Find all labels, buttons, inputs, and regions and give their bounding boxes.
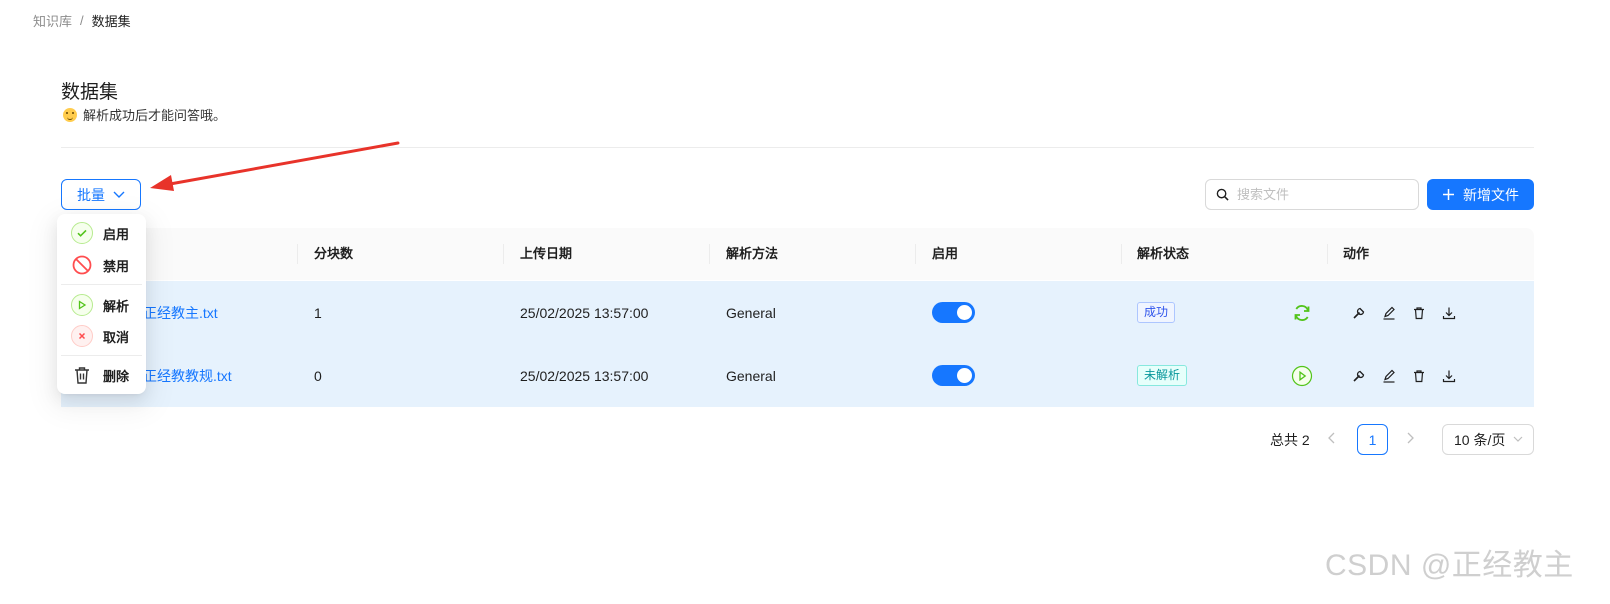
status-badge: 成功 <box>1137 302 1176 323</box>
column-separator <box>503 244 504 264</box>
delete-icon[interactable] <box>1412 306 1426 320</box>
search-input[interactable] <box>1235 186 1405 203</box>
chevron-down-icon <box>113 191 125 198</box>
watermark: CSDN @正经教主 <box>1325 549 1574 582</box>
file-name-link[interactable]: 正经教主.txt <box>143 281 218 344</box>
parse-method: General <box>726 304 776 321</box>
column-header-enabled: 启用 <box>932 246 959 261</box>
upload-date: 25/02/2025 13:57:00 <box>520 367 649 384</box>
download-icon[interactable] <box>1442 306 1456 320</box>
annotation-arrow-icon <box>150 141 400 191</box>
table-header: 分块数 上传日期 解析方法 启用 解析状态 动作 <box>61 228 1534 280</box>
refresh-icon[interactable] <box>1292 303 1312 323</box>
column-header-actions: 动作 <box>1343 246 1370 261</box>
breadcrumb-separator: / <box>80 13 84 28</box>
menu-item-enable[interactable]: 启用 <box>57 219 146 247</box>
wrench-icon[interactable] <box>1352 369 1366 383</box>
table-row: 正经教主.txt 1 25/02/2025 13:57:00 General 成… <box>61 281 1534 344</box>
column-separator <box>709 244 710 264</box>
column-separator <box>297 244 298 264</box>
page-size-value: 10 条/页 <box>1454 431 1506 448</box>
batch-dropdown-menu: 启用 禁用 解析 取消 删除 <box>57 214 146 394</box>
row-actions <box>1352 344 1456 407</box>
enable-switch-cell <box>932 344 975 407</box>
play-circle-icon <box>71 294 93 316</box>
edit-icon[interactable] <box>1382 369 1396 383</box>
download-icon[interactable] <box>1442 369 1456 383</box>
chevron-right-icon[interactable] <box>1405 432 1415 444</box>
column-header-date[interactable]: 上传日期 <box>520 228 572 280</box>
batch-button[interactable]: 批量 <box>61 179 141 210</box>
column-header-method: 解析方法 <box>726 246 779 261</box>
close-circle-icon <box>71 325 93 347</box>
chunk-count: 1 <box>314 304 322 321</box>
column-header-status: 解析状态 <box>1137 246 1190 261</box>
enable-switch-cell <box>932 281 975 344</box>
trash-icon <box>75 367 89 384</box>
page-title: 数据集 <box>61 82 119 103</box>
breadcrumb-parent[interactable]: 知识库 <box>33 11 72 30</box>
pagination-current-page[interactable]: 1 <box>1357 424 1388 455</box>
column-header-chunks[interactable]: 分块数 <box>314 228 353 280</box>
menu-item-delete[interactable]: 删除 <box>57 361 146 389</box>
menu-item-label: 启用 <box>103 226 130 242</box>
column-separator <box>915 244 916 264</box>
edit-icon[interactable] <box>1382 306 1396 320</box>
wrench-icon[interactable] <box>1352 306 1366 320</box>
check-circle-icon <box>71 222 93 244</box>
enable-switch[interactable] <box>932 365 975 386</box>
menu-item-label: 解析 <box>103 298 130 314</box>
status-badge: 未解析 <box>1137 365 1188 386</box>
search-icon <box>1216 188 1229 201</box>
menu-item-disable[interactable]: 禁用 <box>57 251 146 279</box>
stop-icon <box>72 255 92 275</box>
breadcrumb: 知识库 / 数据集 <box>33 11 131 30</box>
menu-item-label: 删除 <box>103 368 130 384</box>
smile-emoji-icon <box>63 107 77 122</box>
page-size-select[interactable]: 10 条/页 <box>1442 424 1534 455</box>
chevron-down-icon <box>1513 436 1523 442</box>
table-row: 正经教教规.txt 0 25/02/2025 13:57:00 General … <box>61 344 1534 407</box>
parse-cell <box>1291 344 1313 407</box>
menu-item-cancel[interactable]: 取消 <box>57 322 146 350</box>
subtitle-text: 解析成功后才能问答哦。 <box>83 108 227 123</box>
plus-icon <box>1443 189 1454 200</box>
column-separator <box>1121 244 1122 264</box>
menu-item-label: 取消 <box>103 329 130 345</box>
batch-label: 批量 <box>77 186 105 203</box>
chunk-count: 0 <box>314 367 322 384</box>
row-actions <box>1352 281 1456 344</box>
upload-date: 25/02/2025 13:57:00 <box>520 304 649 321</box>
pagination-total: 总共 2 <box>1270 432 1310 448</box>
status-cell: 未解析 <box>1137 344 1188 407</box>
menu-item-label: 禁用 <box>103 258 130 274</box>
enable-switch[interactable] <box>932 302 975 323</box>
file-name-link[interactable]: 正经教教规.txt <box>143 344 232 407</box>
page-subtitle: 解析成功后才能问答哦。 <box>63 105 226 124</box>
menu-divider <box>61 284 142 285</box>
status-cell: 成功 <box>1137 281 1176 344</box>
play-circle-icon[interactable] <box>1291 365 1313 387</box>
reparse-cell <box>1292 281 1312 344</box>
search-box[interactable] <box>1205 179 1419 210</box>
add-file-button[interactable]: 新增文件 <box>1427 179 1534 210</box>
parse-method: General <box>726 367 776 384</box>
breadcrumb-current: 数据集 <box>91 14 131 29</box>
add-file-label: 新增文件 <box>1463 186 1519 203</box>
chevron-left-icon[interactable] <box>1327 432 1337 444</box>
menu-divider <box>61 355 142 356</box>
menu-item-parse[interactable]: 解析 <box>57 291 146 319</box>
delete-icon[interactable] <box>1412 369 1426 383</box>
column-separator <box>1327 244 1328 264</box>
